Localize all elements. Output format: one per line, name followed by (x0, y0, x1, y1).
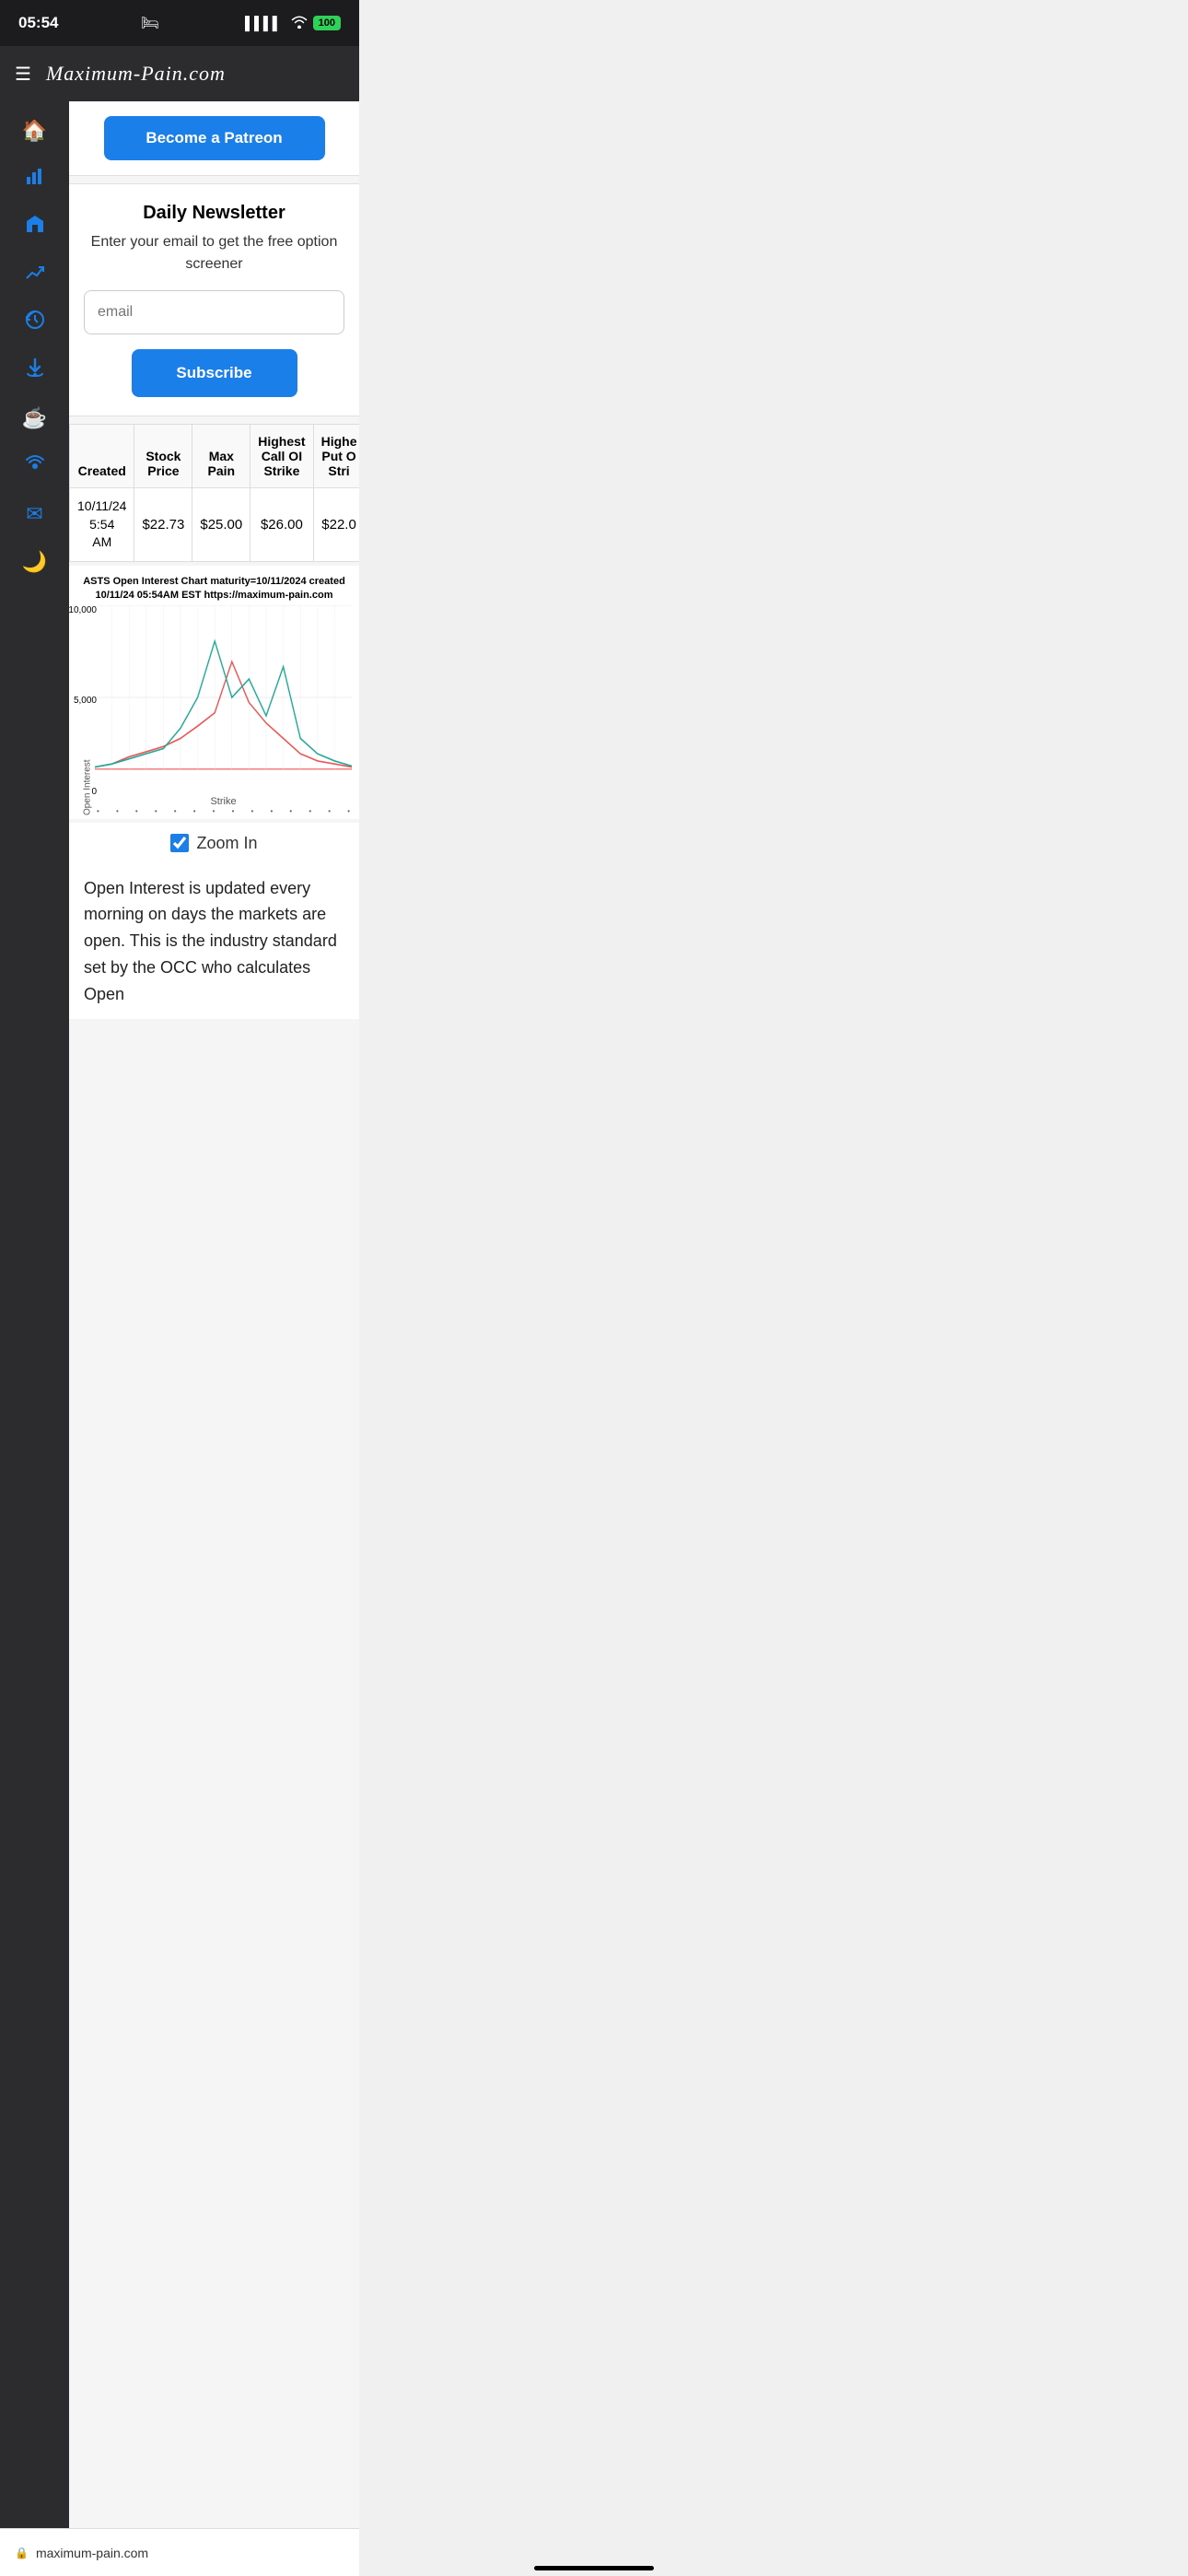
email-input[interactable] (84, 290, 344, 334)
status-time: 05:54 (18, 14, 58, 32)
y-zero-label: 0 (69, 787, 97, 797)
y-mid-label: 5,000 (69, 696, 97, 706)
hamburger-icon[interactable]: ☰ (15, 63, 31, 86)
zoom-checkbox[interactable] (170, 834, 189, 852)
home-icon: 🏠 (22, 119, 47, 143)
wifi-icon:  (287, 16, 308, 31)
coffee-icon: ☕ (22, 406, 47, 430)
description-text: Open Interest is updated every morning o… (84, 875, 344, 1008)
cell-highest-put: $22.0 (313, 488, 359, 562)
cell-max-pain: $25.00 (192, 488, 250, 562)
sidebar-item-signal[interactable] (12, 446, 58, 486)
col-max-pain: MaxPain (192, 425, 250, 488)
chart-svg (95, 605, 352, 790)
zoom-label: Zoom In (196, 834, 257, 853)
newsletter-title: Daily Newsletter (84, 203, 344, 224)
col-highest-put: HighePut OStri (313, 425, 359, 488)
table-header-row: Created StockPrice MaxPain HighestCall O… (70, 425, 360, 488)
patreon-button[interactable]: Become a Patreon (104, 116, 325, 160)
app-header: ☰ Maximum-Pain.com (0, 46, 359, 101)
content-area: Become a Patreon Daily Newsletter Enter … (69, 101, 359, 2576)
chart-section: ASTS Open Interest Chart maturity=10/11/… (69, 566, 359, 819)
col-created: Created (70, 425, 134, 488)
sidebar-item-darkmode[interactable]: 🌙 (12, 542, 58, 582)
description-section: Open Interest is updated every morning o… (69, 864, 359, 1019)
zoom-section: Zoom In (69, 823, 359, 864)
sidebar-item-email[interactable]: ✉ (12, 494, 58, 534)
data-table: Created StockPrice MaxPain HighestCall O… (69, 424, 359, 562)
lock-icon: 🔒 (15, 2547, 29, 2559)
newsletter-description: Enter your email to get the free option … (84, 231, 344, 275)
charts-icon (25, 166, 45, 192)
chart-title: ASTS Open Interest Chart maturity=10/11/… (73, 575, 355, 603)
status-icons: ▌▌▌▌  100 (245, 16, 341, 31)
sidebar-item-trend[interactable] (12, 254, 58, 295)
subscribe-button[interactable]: Subscribe (132, 349, 297, 397)
newsletter-section: Daily Newsletter Enter your email to get… (69, 183, 359, 416)
email-icon: ✉ (26, 502, 42, 526)
trend-icon (25, 262, 45, 287)
status-bar: 05:54 🛏 ▌▌▌▌  100 (0, 0, 359, 46)
chart-wrapper: Open Interest 10,000 5,000 0 (73, 605, 355, 815)
home-indicator (534, 2566, 654, 2570)
signal-icon: ▌▌▌▌ (245, 16, 282, 30)
table-row: 10/11/245:54AM $22.73 $25.00 $26.00 $22.… (70, 488, 360, 562)
y-max-label: 10,000 (69, 605, 97, 615)
cell-highest-call: $26.00 (250, 488, 313, 562)
sidebar-item-market[interactable] (12, 206, 58, 247)
download-icon (25, 357, 45, 383)
col-stock-price: StockPrice (134, 425, 192, 488)
sidebar-item-home[interactable]: 🏠 (12, 111, 58, 151)
cell-created: 10/11/245:54AM (70, 488, 134, 562)
signal-nav-icon (25, 453, 45, 479)
sidebar-item-coffee[interactable]: ☕ (12, 398, 58, 439)
bottom-url: maximum-pain.com (36, 2546, 148, 2560)
sleep-icon: 🛏 (141, 14, 159, 32)
app-title: Maximum-Pain.com (46, 62, 226, 86)
col-highest-call: HighestCall OIStrike (250, 425, 313, 488)
bottom-bar: 🔒 maximum-pain.com (0, 2528, 359, 2576)
battery-icon: 100 (313, 16, 341, 30)
history-icon (25, 310, 45, 335)
data-table-section: Created StockPrice MaxPain HighestCall O… (69, 424, 359, 562)
sidebar-item-history[interactable] (12, 302, 58, 343)
cell-stock-price: $22.73 (134, 488, 192, 562)
main-layout: 🏠 (0, 101, 359, 2576)
moon-icon: 🌙 (22, 550, 47, 574)
sidebar-item-charts[interactable] (12, 158, 58, 199)
sidebar: 🏠 (0, 101, 69, 2576)
patreon-section: Become a Patreon (69, 101, 359, 176)
market-icon (25, 214, 45, 240)
x-axis-label: Strike (95, 796, 352, 807)
sidebar-item-download[interactable] (12, 350, 58, 391)
